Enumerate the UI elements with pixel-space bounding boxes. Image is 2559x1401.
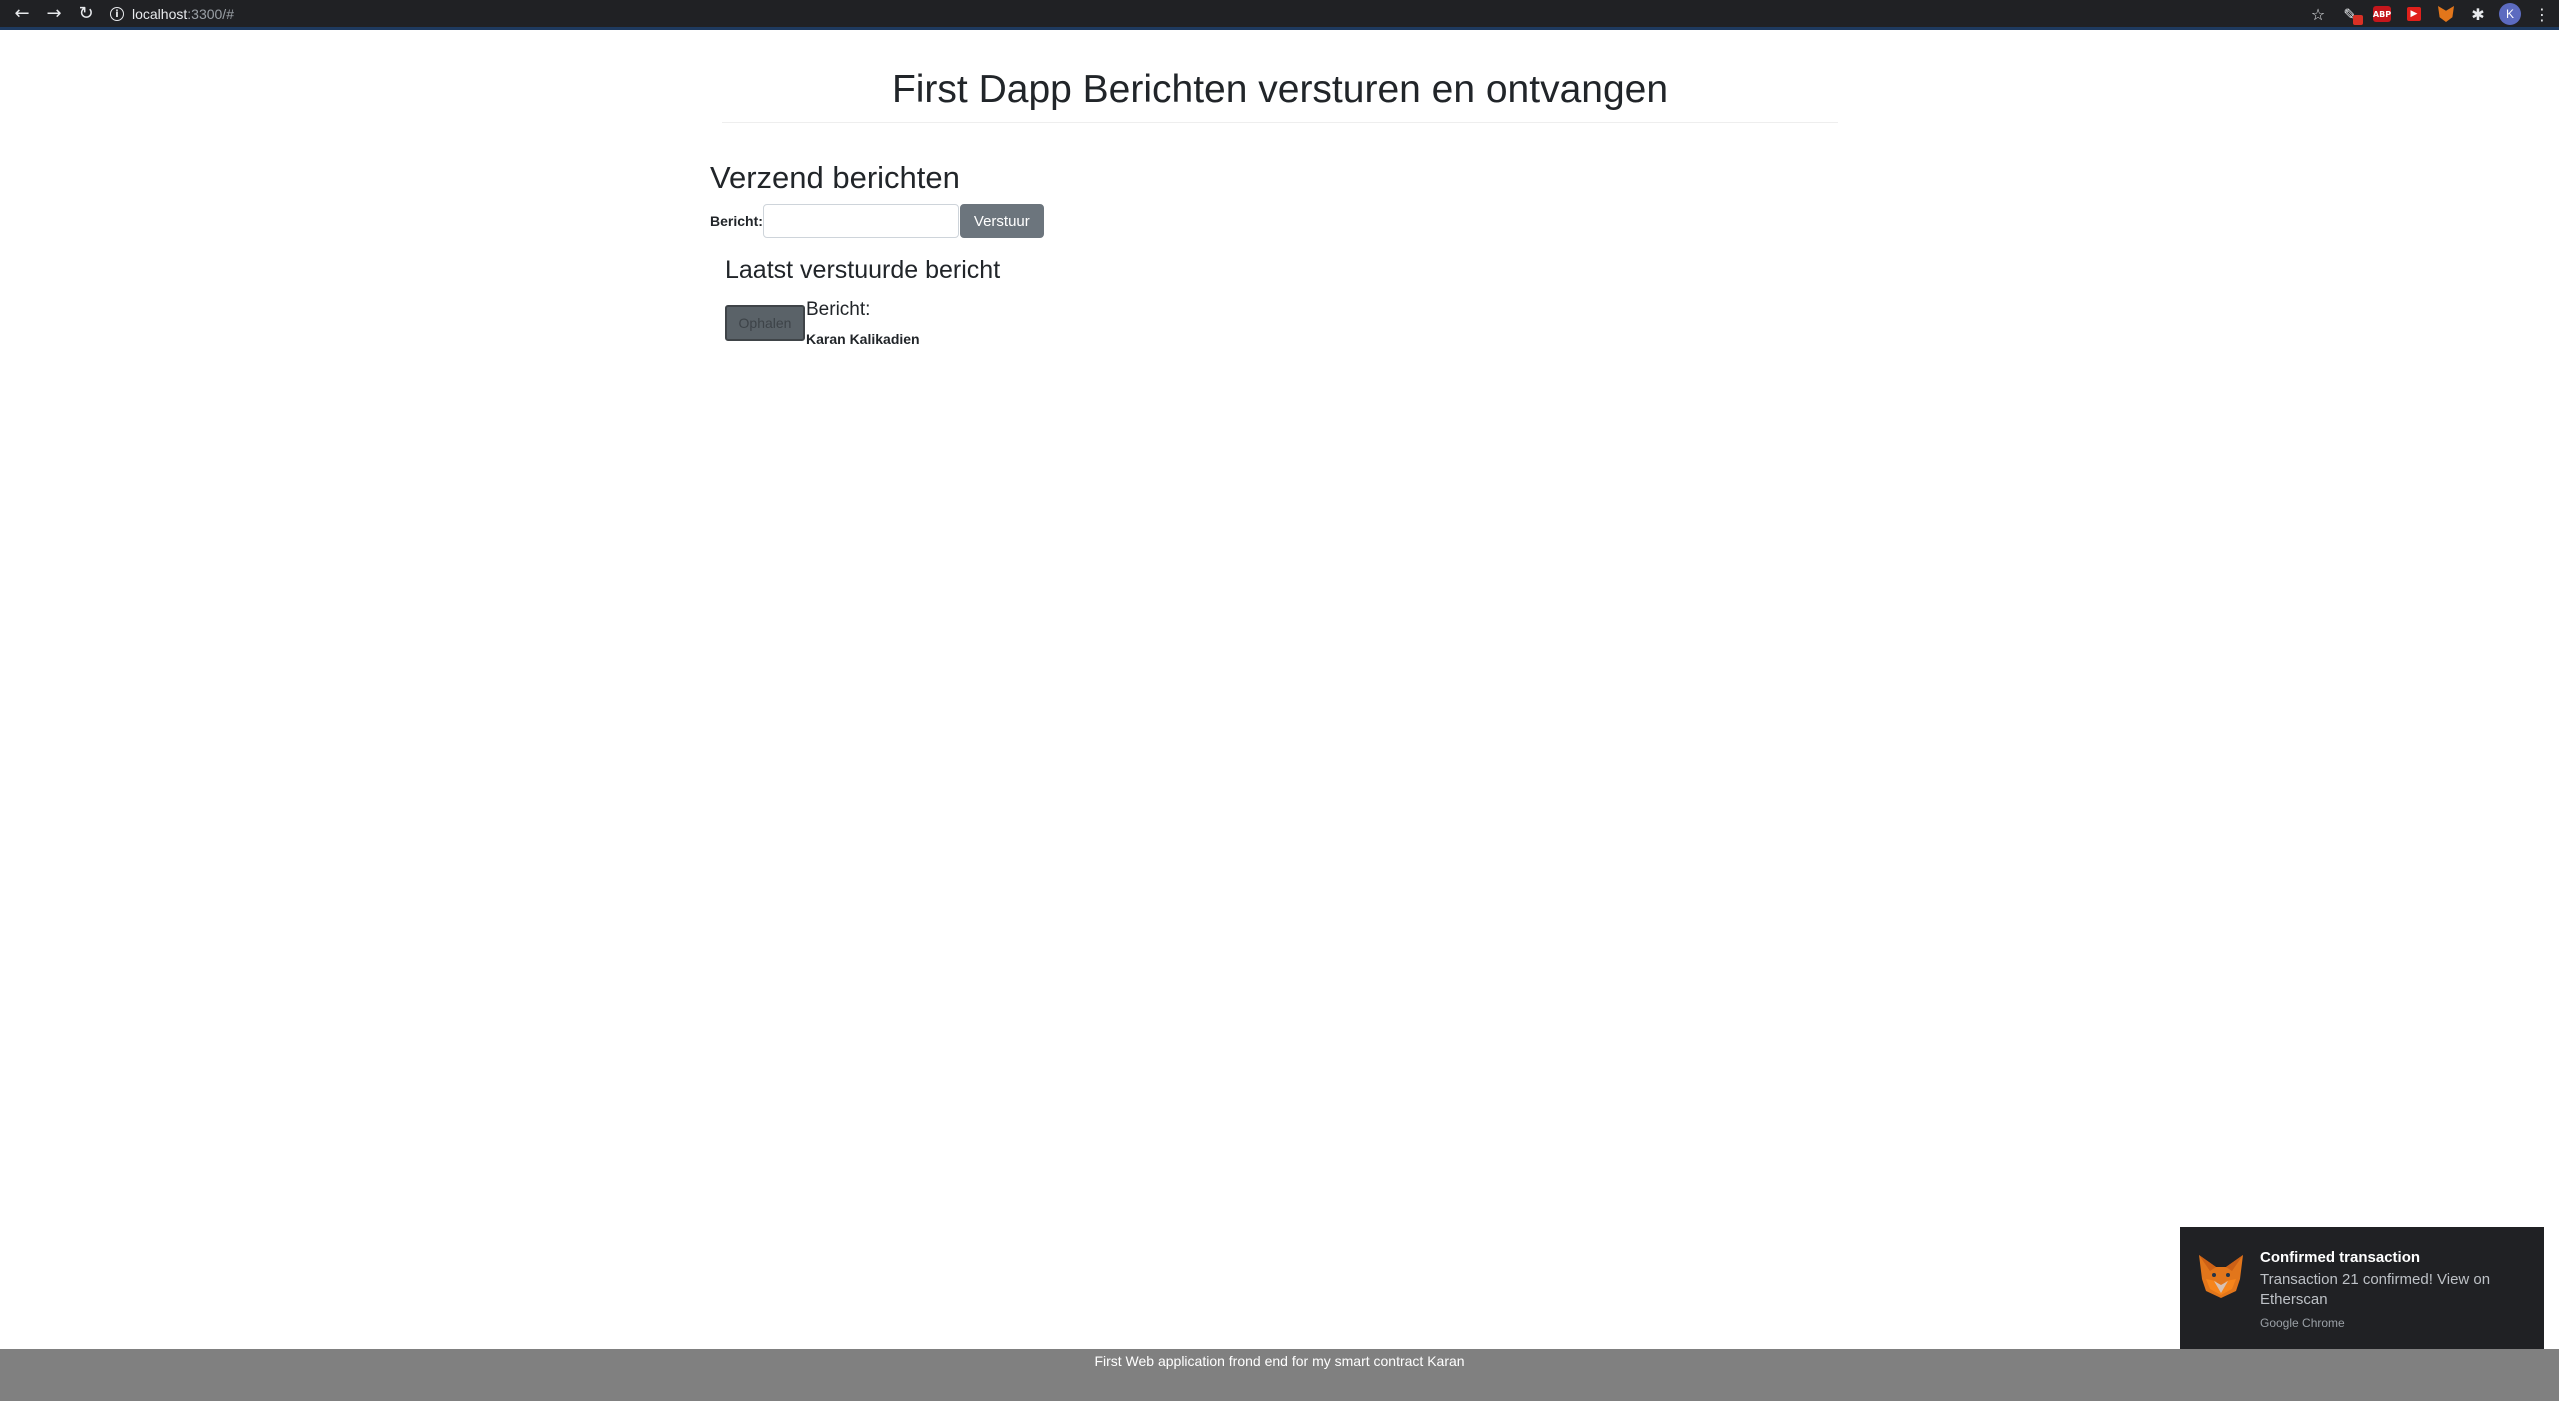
profile-avatar[interactable]: K xyxy=(2499,3,2521,25)
page-footer: First Web application frond end for my s… xyxy=(0,1349,2559,1401)
last-message-heading: Laatst verstuurde bericht xyxy=(725,256,1001,284)
message-field-label: Bericht: xyxy=(710,213,763,229)
notification-content: Confirmed transaction Transaction 21 con… xyxy=(2260,1249,2520,1330)
browser-toolbar: ← → ↻ i localhost:3300/# ☆ ✎ ABP ▶ ✱ K ⋮ xyxy=(0,0,2559,30)
send-section: Verzend berichten Bericht: Verstuur xyxy=(710,160,1044,238)
notification-source: Google Chrome xyxy=(2260,1316,2345,1330)
message-input[interactable] xyxy=(762,204,959,238)
notification-body: Transaction 21 confirmed! View on Ethers… xyxy=(2260,1271,2491,1308)
adblock-extension-icon[interactable]: ABP xyxy=(2371,3,2393,25)
notification-toast[interactable]: Confirmed transaction Transaction 21 con… xyxy=(2180,1227,2544,1349)
menu-kebab-icon[interactable]: ⋮ xyxy=(2531,3,2553,25)
toolbar-actions: ☆ ✎ ABP ▶ ✱ K ⋮ xyxy=(2307,0,2553,28)
notification-title: Confirmed transaction xyxy=(2260,1249,2421,1266)
back-icon[interactable]: ← xyxy=(6,0,38,28)
address-bar[interactable]: i localhost:3300/# xyxy=(110,3,2330,25)
red-extension-icon[interactable]: ▶ xyxy=(2403,3,2425,25)
metamask-extension-icon[interactable] xyxy=(2435,3,2457,25)
reload-icon[interactable]: ↻ xyxy=(70,0,102,28)
metamask-fox-icon xyxy=(2199,1255,2243,1298)
send-button[interactable]: Verstuur xyxy=(959,204,1044,238)
extensions-puzzle-icon[interactable]: ✱ xyxy=(2467,3,2489,25)
last-message-section: Laatst verstuurde bericht Ophalen Berich… xyxy=(725,256,1000,347)
footer-text: First Web application frond end for my s… xyxy=(1094,1353,1465,1369)
adblock-label: ABP xyxy=(2373,6,2391,22)
send-heading: Verzend berichten xyxy=(710,160,960,195)
url-host: localhost xyxy=(132,6,188,22)
last-message-row: Ophalen Bericht: Karan Kalikadien xyxy=(725,299,1000,347)
message-display: Bericht: Karan Kalikadien xyxy=(806,299,920,347)
forward-icon[interactable]: → xyxy=(38,0,70,28)
url-path: :3300/# xyxy=(187,6,234,22)
message-value: Karan Kalikadien xyxy=(806,331,920,347)
send-form: Bericht: Verstuur xyxy=(710,204,1044,238)
page-title: First Dapp Berichten versturen en ontvan… xyxy=(722,68,1838,123)
message-label: Bericht: xyxy=(806,299,871,320)
bookmark-star-icon[interactable]: ☆ xyxy=(2307,3,2329,25)
pen-extension-icon[interactable]: ✎ xyxy=(2339,3,2363,25)
fetch-button[interactable]: Ophalen xyxy=(725,305,805,341)
site-info-icon[interactable]: i xyxy=(110,7,124,21)
extension-badge xyxy=(2353,15,2363,25)
